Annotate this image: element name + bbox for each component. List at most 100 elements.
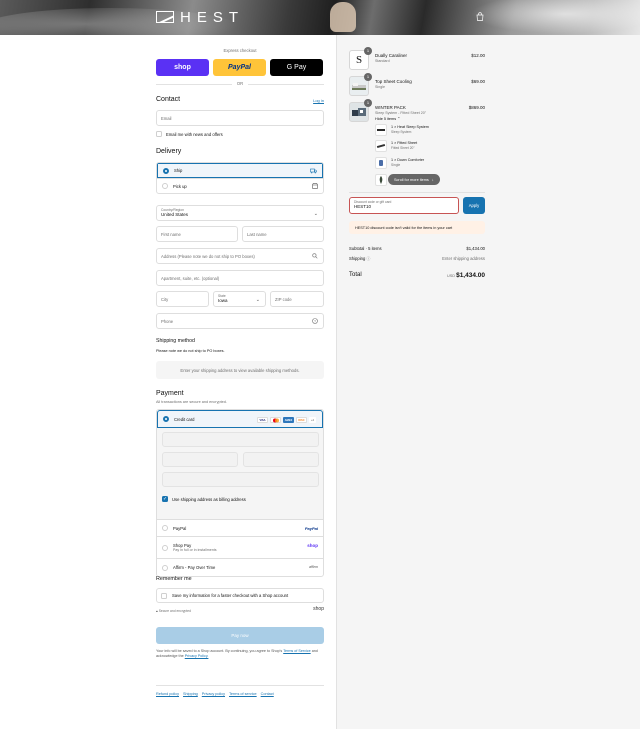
paypal-logo: PayPal: [304, 526, 318, 531]
item-variant: Standard: [375, 59, 390, 63]
scroll-more-button[interactable]: Scroll for more items ↓: [388, 174, 440, 185]
product-thumbnail: 1: [349, 99, 372, 122]
sub-item-variant: Fitted Sheet 20": [391, 146, 415, 150]
newsletter-box[interactable]: [156, 131, 162, 137]
total-row: Total USD $1,434.00: [349, 272, 485, 279]
affirm-label: Affirm - Pay Over Time: [173, 565, 216, 570]
product-thumbnail: S 1: [349, 47, 372, 70]
google-pay-button[interactable]: G Pay: [270, 59, 323, 76]
billing-address-checkbox[interactable]: ✓ Use shipping address as billing addres…: [162, 496, 246, 502]
billing-label: Use shipping address as billing address: [172, 496, 246, 502]
newsletter-label: Email me with news and offers: [166, 131, 223, 137]
phone-field[interactable]: Phone ?: [156, 313, 324, 329]
item-name: Top Sheet Cooling: [375, 79, 412, 84]
item-variant: Single: [375, 85, 385, 89]
product-thumbnail: 1: [349, 73, 372, 96]
checkmark-icon[interactable]: ✓: [162, 496, 168, 502]
or-divider: OR: [156, 81, 324, 87]
zip-field[interactable]: ZIP code: [270, 291, 324, 307]
brand-logo[interactable]: HEST: [156, 9, 244, 26]
shop-pay-option[interactable]: Shop Pay Pay in full or in installments …: [157, 537, 323, 559]
card-number-field[interactable]: [162, 432, 319, 447]
credit-card-option[interactable]: Credit card VISA AMEX DISC +4: [157, 410, 323, 428]
credit-card-radio[interactable]: [163, 416, 169, 422]
secure-label: Secure and encrypted: [158, 609, 191, 613]
footer-link-shipping[interactable]: Shipping: [183, 692, 198, 696]
privacy-link[interactable]: Privacy Policy.: [185, 654, 209, 658]
city-placeholder: City: [161, 296, 169, 302]
delivery-heading: Delivery: [156, 148, 182, 155]
apartment-field[interactable]: Apartment, suite, etc. (optional): [156, 270, 324, 286]
delivery-option-ship[interactable]: Ship: [157, 163, 323, 178]
bag-icon[interactable]: [475, 12, 485, 22]
or-label: OR: [236, 81, 244, 86]
footer-link-privacy[interactable]: Privacy policy: [202, 692, 225, 696]
sub-item-thumbnail: [375, 174, 387, 186]
affirm-radio[interactable]: [162, 564, 168, 571]
shop-logo: shop: [307, 543, 318, 548]
zip-placeholder: ZIP code: [275, 296, 292, 302]
state-value: Iowa: [218, 298, 228, 303]
footer-link-terms[interactable]: Terms of service: [229, 692, 257, 696]
truck-icon: [310, 168, 317, 176]
banner-figure: [330, 2, 356, 32]
subtotal-value: $1,434.00: [466, 246, 485, 251]
save-info-label: Save my information for a faster checkou…: [172, 593, 289, 598]
arrow-down-icon: ↓: [431, 177, 434, 182]
pickup-radio[interactable]: [162, 183, 168, 189]
login-link[interactable]: Log in: [313, 98, 324, 103]
city-field[interactable]: City: [156, 291, 209, 307]
footer-link-refund[interactable]: Refund policy: [156, 692, 179, 696]
expiration-field[interactable]: [162, 452, 238, 467]
paypal-button[interactable]: PayPal: [213, 59, 266, 76]
address-field[interactable]: Address (Please note we do not ship to P…: [156, 248, 324, 264]
state-select[interactable]: State Iowa ⌄: [213, 291, 266, 307]
remember-heading: Remember me: [156, 576, 192, 582]
bundle-sub-item: [375, 174, 389, 188]
quantity-badge: 1: [364, 99, 372, 107]
save-info-option[interactable]: Save my information for a faster checkou…: [156, 588, 324, 603]
sub-item-variant: Sleep System: [391, 130, 412, 134]
terms-link[interactable]: Terms of Service: [283, 649, 310, 653]
paypal-option[interactable]: PayPal PayPal: [157, 520, 323, 537]
quantity-badge: 1: [364, 47, 372, 55]
last-name-field[interactable]: Last name: [242, 226, 324, 242]
help-circle-icon[interactable]: ⓘ: [366, 257, 370, 261]
subtotal-label: Subtotal · 5 items: [349, 246, 382, 251]
country-select[interactable]: Country/Region United States ⌄: [156, 205, 324, 221]
delivery-options: Ship Pick up: [156, 162, 324, 194]
paypal-radio[interactable]: [162, 525, 168, 531]
help-circle-icon[interactable]: ?: [312, 318, 318, 326]
email-field[interactable]: Email: [156, 110, 324, 126]
sub-item-variant: Single: [391, 163, 401, 167]
ship-radio[interactable]: [163, 167, 169, 174]
logo-mark-icon: [156, 11, 174, 23]
discount-field[interactable]: Discount code or gift card HEST10: [349, 197, 459, 214]
search-icon: [312, 253, 318, 261]
currency-code: USD: [446, 273, 455, 278]
newsletter-checkbox[interactable]: Email me with news and offers: [156, 131, 223, 137]
pay-now-button[interactable]: Pay now: [156, 627, 324, 644]
security-code-field[interactable]: [243, 452, 319, 467]
banner-wave-right: [470, 0, 640, 34]
first-name-field[interactable]: First name: [156, 226, 238, 242]
item-name: WINTER PACK: [375, 105, 406, 110]
apply-discount-button[interactable]: Apply: [463, 197, 485, 214]
hide-items-toggle[interactable]: Hide 5 items ⌃: [375, 116, 400, 121]
secure-note: 🔒︎ Secure and encrypted: [156, 609, 191, 613]
delivery-option-pickup[interactable]: Pick up: [157, 178, 323, 193]
bundle-sub-item: 1 × Fitted Sheet Fitted Sheet 20": [375, 140, 485, 154]
item-variant: Sleep System - Fitted Sheet 20": [375, 111, 427, 115]
store-icon: [312, 183, 318, 191]
legal-copy: Your info will be saved to a Shop accoun…: [156, 649, 283, 653]
affirm-option[interactable]: Affirm - Pay Over Time affirm: [157, 559, 323, 576]
shop-pay-button[interactable]: shop: [156, 59, 209, 76]
footer-link-contact[interactable]: Contact: [261, 692, 274, 696]
chevron-down-icon: ⌄: [255, 297, 260, 303]
bundle-icon: [352, 108, 366, 116]
more-cards-badge: +4: [309, 417, 316, 423]
shipping-value: Enter shipping address: [442, 256, 485, 261]
shop-pay-radio[interactable]: [162, 544, 168, 551]
save-info-checkbox[interactable]: [161, 592, 167, 599]
name-on-card-field[interactable]: [162, 472, 319, 487]
